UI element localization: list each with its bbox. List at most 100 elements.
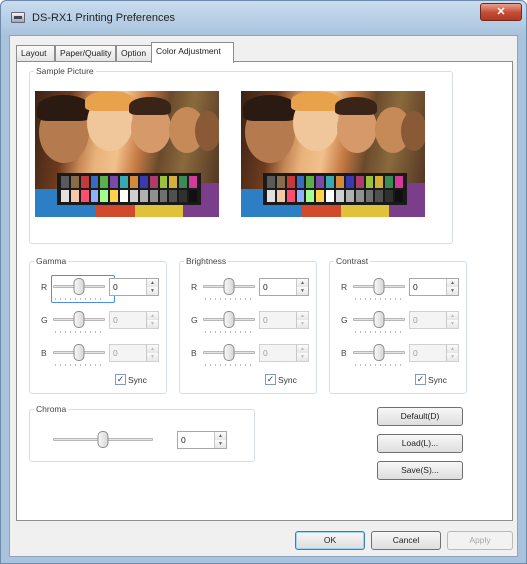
spin-arrows[interactable]: ▲ ▼ xyxy=(146,312,158,328)
brightness-r-spinbox[interactable]: 0 ▲ ▼ xyxy=(259,278,309,296)
gamma-g-slider-thumb[interactable] xyxy=(73,311,85,328)
gamma-sync-checkbox[interactable]: ✓ Sync xyxy=(115,374,147,388)
gamma-b-spinbox[interactable]: 0 ▲ ▼ xyxy=(109,344,159,362)
spin-arrows[interactable]: ▲ ▼ xyxy=(296,279,308,295)
spin-down-icon[interactable]: ▼ xyxy=(297,320,308,328)
brightness-b-slider-thumb[interactable] xyxy=(223,344,235,361)
tab-option[interactable]: Option xyxy=(116,45,152,62)
chroma-value[interactable]: 0 xyxy=(181,435,186,445)
brightness-r-value[interactable]: 0 xyxy=(263,282,268,292)
gamma-g-slider[interactable] xyxy=(53,310,105,333)
color-swatch xyxy=(179,176,188,188)
gamma-r-slider[interactable] xyxy=(53,277,105,300)
brightness-g-value[interactable]: 0 xyxy=(263,315,268,325)
contrast-r-spinbox[interactable]: 0 ▲ ▼ xyxy=(409,278,459,296)
spin-down-icon[interactable]: ▼ xyxy=(147,353,158,361)
color-swatch xyxy=(159,190,168,202)
chroma-spinbox[interactable]: 0 ▲ ▼ xyxy=(177,431,227,449)
close-button[interactable]: ✕ xyxy=(480,3,522,21)
cancel-button[interactable]: Cancel xyxy=(371,531,441,550)
brightness-g-slider[interactable] xyxy=(203,310,255,333)
contrast-r-value[interactable]: 0 xyxy=(413,282,418,292)
spin-arrows[interactable]: ▲ ▼ xyxy=(446,312,458,328)
contrast-r-slider-thumb[interactable] xyxy=(373,278,385,295)
spin-down-icon[interactable]: ▼ xyxy=(447,287,458,295)
gamma-b-slider[interactable] xyxy=(53,343,105,366)
gamma-b-slider-thumb[interactable] xyxy=(73,344,85,361)
tab-paper-quality[interactable]: Paper/Quality xyxy=(55,45,116,62)
spin-up-icon[interactable]: ▲ xyxy=(147,312,158,320)
color-swatch xyxy=(61,176,69,188)
spin-up-icon[interactable]: ▲ xyxy=(297,312,308,320)
brightness-r-slider-thumb[interactable] xyxy=(223,278,235,295)
color-swatch xyxy=(110,190,119,202)
spin-down-icon[interactable]: ▼ xyxy=(447,320,458,328)
spin-down-icon[interactable]: ▼ xyxy=(147,287,158,295)
color-swatch xyxy=(385,176,394,188)
spin-up-icon[interactable]: ▲ xyxy=(447,345,458,353)
spin-up-icon[interactable]: ▲ xyxy=(215,432,226,440)
brightness-b-value[interactable]: 0 xyxy=(263,348,268,358)
default-button[interactable]: Default(D) xyxy=(377,407,463,426)
gamma-g-spinbox[interactable]: 0 ▲ ▼ xyxy=(109,311,159,329)
spin-down-icon[interactable]: ▼ xyxy=(215,440,226,448)
spin-arrows[interactable]: ▲ ▼ xyxy=(296,312,308,328)
spin-arrows[interactable]: ▲ ▼ xyxy=(146,345,158,361)
color-swatch xyxy=(267,190,275,202)
gamma-r-spinbox[interactable]: 0 ▲ ▼ xyxy=(109,278,159,296)
spin-up-icon[interactable]: ▲ xyxy=(297,279,308,287)
spin-arrows[interactable]: ▲ ▼ xyxy=(146,279,158,295)
checkbox-check-icon[interactable]: ✓ xyxy=(415,374,426,386)
brightness-b-slider[interactable] xyxy=(203,343,255,366)
checkbox-check-icon[interactable]: ✓ xyxy=(265,374,276,386)
brightness-g-slider-thumb[interactable] xyxy=(223,311,235,328)
color-swatch xyxy=(355,176,364,188)
contrast-b-slider-thumb[interactable] xyxy=(373,344,385,361)
load-button[interactable]: Load(L)... xyxy=(377,434,463,453)
tab-color-adjustment[interactable]: Color Adjustment xyxy=(151,42,234,63)
spin-up-icon[interactable]: ▲ xyxy=(147,345,158,353)
color-swatch xyxy=(355,190,364,202)
spin-up-icon[interactable]: ▲ xyxy=(297,345,308,353)
gamma-r-value[interactable]: 0 xyxy=(113,282,118,292)
color-swatch xyxy=(189,176,197,188)
save-button[interactable]: Save(S)... xyxy=(377,461,463,480)
spin-up-icon[interactable]: ▲ xyxy=(147,279,158,287)
spin-up-icon[interactable]: ▲ xyxy=(447,312,458,320)
contrast-b-value[interactable]: 0 xyxy=(413,348,418,358)
brightness-sync-checkbox[interactable]: ✓ Sync xyxy=(265,374,297,388)
brightness-r-slider[interactable] xyxy=(203,277,255,300)
chroma-spin-arrows[interactable]: ▲ ▼ xyxy=(214,432,226,448)
contrast-b-spinbox[interactable]: 0 ▲ ▼ xyxy=(409,344,459,362)
spin-arrows[interactable]: ▲ ▼ xyxy=(296,345,308,361)
contrast-g-spinbox[interactable]: 0 ▲ ▼ xyxy=(409,311,459,329)
brightness-g-spinbox[interactable]: 0 ▲ ▼ xyxy=(259,311,309,329)
contrast-g-value[interactable]: 0 xyxy=(413,315,418,325)
spin-down-icon[interactable]: ▼ xyxy=(297,287,308,295)
spin-down-icon[interactable]: ▼ xyxy=(447,353,458,361)
brightness-b-spinbox[interactable]: 0 ▲ ▼ xyxy=(259,344,309,362)
spin-arrows[interactable]: ▲ ▼ xyxy=(446,279,458,295)
checkbox-check-icon[interactable]: ✓ xyxy=(115,374,126,386)
apply-button[interactable]: Apply xyxy=(447,531,513,550)
contrast-b-slider[interactable] xyxy=(353,343,405,366)
tab-layout[interactable]: Layout xyxy=(16,45,55,62)
contrast-g-slider[interactable] xyxy=(353,310,405,333)
color-swatch xyxy=(336,190,344,202)
chroma-slider-thumb[interactable] xyxy=(97,431,109,448)
ok-button[interactable]: OK xyxy=(295,531,365,550)
spin-down-icon[interactable]: ▼ xyxy=(147,320,158,328)
gamma-r-slider-thumb[interactable] xyxy=(73,278,85,295)
color-swatch xyxy=(179,190,188,202)
title-bar[interactable]: DS-RX1 Printing Preferences ✕ xyxy=(1,1,526,35)
spin-down-icon[interactable]: ▼ xyxy=(297,353,308,361)
contrast-g-slider-thumb[interactable] xyxy=(373,311,385,328)
contrast-sync-checkbox[interactable]: ✓ Sync xyxy=(415,374,447,388)
gamma-b-value[interactable]: 0 xyxy=(113,348,118,358)
chroma-slider[interactable] xyxy=(53,430,153,450)
spin-arrows[interactable]: ▲ ▼ xyxy=(446,345,458,361)
color-swatch xyxy=(130,176,138,188)
spin-up-icon[interactable]: ▲ xyxy=(447,279,458,287)
contrast-r-slider[interactable] xyxy=(353,277,405,300)
gamma-g-value[interactable]: 0 xyxy=(113,315,118,325)
